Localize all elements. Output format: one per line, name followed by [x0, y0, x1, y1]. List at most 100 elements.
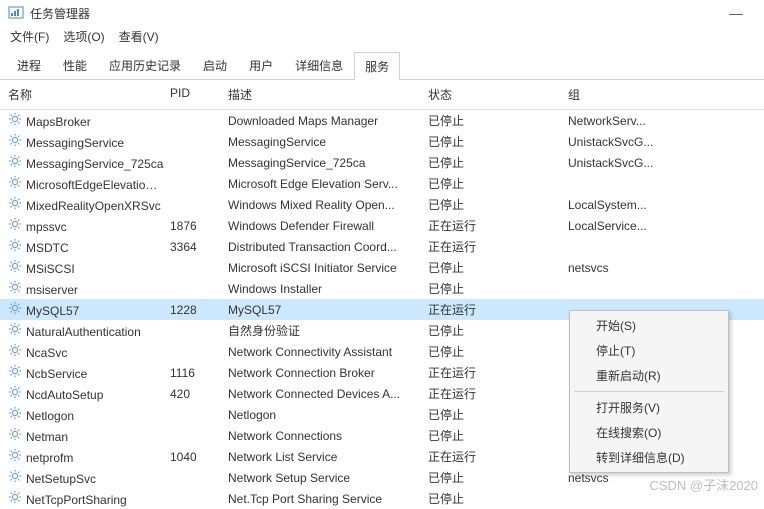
service-row[interactable]: MSiSCSIMicrosoft iSCSI Initiator Service… — [0, 257, 764, 278]
service-group: netsvcs — [568, 261, 708, 275]
service-name: Netlogon — [26, 409, 74, 423]
service-desc: Microsoft iSCSI Initiator Service — [228, 261, 428, 275]
service-status: 已停止 — [428, 490, 568, 507]
service-status: 已停止 — [428, 259, 568, 276]
service-name: NetSetupSvc — [26, 472, 96, 486]
header-name[interactable]: 名称 — [8, 86, 170, 103]
service-name: NcaSvc — [26, 346, 67, 360]
gear-icon — [8, 469, 22, 483]
tab-2[interactable]: 应用历史记录 — [98, 51, 192, 79]
service-row[interactable]: MixedRealityOpenXRSvc Windows Mixed Reali… — [0, 194, 764, 215]
gear-icon — [8, 406, 22, 420]
service-desc: Netlogon — [228, 408, 428, 422]
gear-icon — [8, 301, 22, 315]
service-status: 正在运行 — [428, 385, 568, 402]
menu-options[interactable]: 选项(O) — [63, 28, 104, 45]
header-desc[interactable]: 描述 — [228, 86, 428, 103]
service-row[interactable]: MapsBroker Downloaded Maps Manager已停止Netw… — [0, 110, 764, 131]
service-status: 已停止 — [428, 112, 568, 129]
service-status: 已停止 — [428, 469, 568, 486]
service-pid: 420 — [170, 387, 228, 401]
header-group[interactable]: 组 — [568, 86, 708, 103]
service-name: MSDTC — [26, 241, 69, 255]
gear-icon — [8, 280, 22, 294]
gear-icon — [8, 217, 22, 231]
service-group: LocalSystem... — [568, 198, 708, 212]
service-name: mpssvc — [26, 220, 67, 234]
service-desc: Network Connections — [228, 429, 428, 443]
tab-1[interactable]: 性能 — [52, 51, 98, 79]
service-desc: Network List Service — [228, 450, 428, 464]
service-row[interactable]: MSDTC3364Distributed Transaction Coord..… — [0, 236, 764, 257]
gear-icon — [8, 448, 22, 462]
service-name: MixedRealityOpenXRSvc — [26, 199, 161, 213]
service-row[interactable]: MicrosoftEdgeElevationS...Microsoft Edge… — [0, 173, 764, 194]
service-row[interactable]: MessagingServiceMessagingService已停止Unist… — [0, 131, 764, 152]
service-name: NcbService — [26, 367, 87, 381]
ctx-stop[interactable]: 停止(T) — [572, 338, 726, 363]
service-name: MapsBroker — [26, 115, 91, 129]
tab-6[interactable]: 服务 — [354, 52, 400, 80]
gear-icon — [8, 112, 22, 126]
gear-icon — [8, 175, 22, 189]
tab-3[interactable]: 启动 — [192, 51, 238, 79]
service-row[interactable]: mpssvc1876Windows Defender Firewall正在运行L… — [0, 215, 764, 236]
ctx-separator — [574, 391, 724, 392]
ctx-restart[interactable]: 重新启动(R) — [572, 363, 726, 388]
gear-icon — [8, 196, 22, 210]
menu-file[interactable]: 文件(F) — [10, 28, 49, 45]
service-desc: MySQL57 — [228, 303, 428, 317]
watermark: CSDN @子沫2020 — [649, 475, 758, 494]
service-name: NaturalAuthentication — [26, 325, 141, 339]
window-title: 任务管理器 — [30, 5, 90, 22]
ctx-goto-details[interactable]: 转到详细信息(D) — [572, 445, 726, 470]
service-name: MicrosoftEdgeElevationS... — [26, 178, 170, 192]
service-desc: Network Setup Service — [228, 471, 428, 485]
service-name: NcdAutoSetup — [26, 388, 103, 402]
service-status: 正在运行 — [428, 238, 568, 255]
service-name: Netman — [26, 430, 68, 444]
gear-icon — [8, 343, 22, 357]
gear-icon — [8, 154, 22, 168]
gear-icon — [8, 490, 22, 504]
header-pid[interactable]: PID — [170, 86, 228, 103]
service-desc: Downloaded Maps Manager — [228, 114, 428, 128]
service-status: 正在运行 — [428, 364, 568, 381]
minimize-button[interactable]: — — [716, 5, 756, 21]
service-row[interactable]: msiserverWindows Installer已停止 — [0, 278, 764, 299]
service-name: MessagingService_725ca — [26, 157, 163, 171]
menu-view[interactable]: 查看(V) — [119, 28, 159, 45]
service-status: 已停止 — [428, 133, 568, 150]
service-pid: 1040 — [170, 450, 228, 464]
service-desc: Distributed Transaction Coord... — [228, 240, 428, 254]
service-group: NetworkServ... — [568, 114, 708, 128]
service-status: 已停止 — [428, 427, 568, 444]
service-desc: Windows Installer — [228, 282, 428, 296]
service-desc: MessagingService — [228, 135, 428, 149]
header-status[interactable]: 状态 — [428, 86, 568, 103]
gear-icon — [8, 259, 22, 273]
service-desc: MessagingService_725ca — [228, 156, 428, 170]
service-row[interactable]: MessagingService_725ca MessagingService_7… — [0, 152, 764, 173]
service-pid: 1228 — [170, 303, 228, 317]
service-desc: Windows Defender Firewall — [228, 219, 428, 233]
gear-icon — [8, 385, 22, 399]
tab-0[interactable]: 进程 — [6, 51, 52, 79]
titlebar: 任务管理器 — — [0, 0, 764, 26]
ctx-search-online[interactable]: 在线搜索(O) — [572, 420, 726, 445]
tab-4[interactable]: 用户 — [238, 51, 284, 79]
ctx-open-services[interactable]: 打开服务(V) — [572, 395, 726, 420]
ctx-start[interactable]: 开始(S) — [572, 313, 726, 338]
service-desc: Network Connectivity Assistant — [228, 345, 428, 359]
service-status: 正在运行 — [428, 301, 568, 318]
gear-icon — [8, 364, 22, 378]
service-name: netprofm — [26, 451, 73, 465]
service-desc: Network Connection Broker — [228, 366, 428, 380]
tab-5[interactable]: 详细信息 — [284, 51, 354, 79]
gear-icon — [8, 322, 22, 336]
service-desc: Windows Mixed Reality Open... — [228, 198, 428, 212]
gear-icon — [8, 427, 22, 441]
service-name: msiserver — [26, 283, 78, 297]
service-name: NetTcpPortSharing — [26, 493, 127, 507]
service-group: LocalService... — [568, 219, 708, 233]
